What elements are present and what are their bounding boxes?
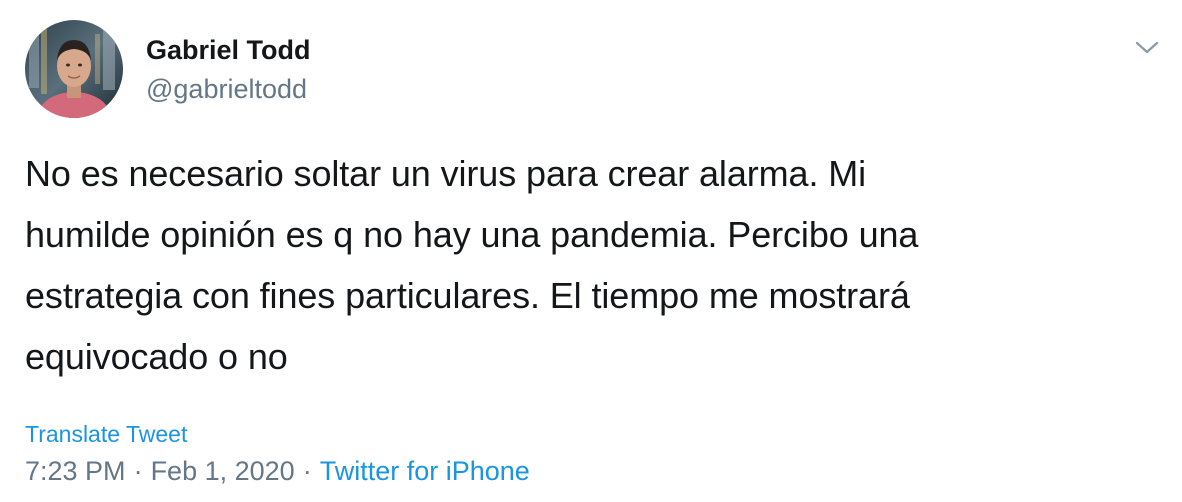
tweet-time[interactable]: 7:23 PM bbox=[25, 456, 126, 486]
tweet-date[interactable]: Feb 1, 2020 bbox=[151, 456, 295, 486]
avatar[interactable] bbox=[25, 20, 123, 118]
profile-photo-image bbox=[25, 20, 123, 118]
translate-tweet-link[interactable]: Translate Tweet bbox=[25, 419, 187, 449]
author-handle[interactable]: @gabrieltodd bbox=[146, 72, 307, 106]
tweet-card: Gabriel Todd @gabrieltodd No es necesari… bbox=[0, 0, 1182, 502]
chevron-down-icon[interactable] bbox=[1132, 34, 1162, 60]
author-display-name[interactable]: Gabriel Todd bbox=[146, 33, 311, 67]
separator: · bbox=[302, 456, 312, 486]
tweet-source-link[interactable]: Twitter for iPhone bbox=[320, 456, 530, 486]
tweet-text: No es necesario soltar un virus para cre… bbox=[25, 153, 919, 377]
separator: · bbox=[133, 456, 143, 486]
tweet-metadata: 7:23 PM · Feb 1, 2020 · Twitter for iPhone bbox=[25, 454, 530, 488]
